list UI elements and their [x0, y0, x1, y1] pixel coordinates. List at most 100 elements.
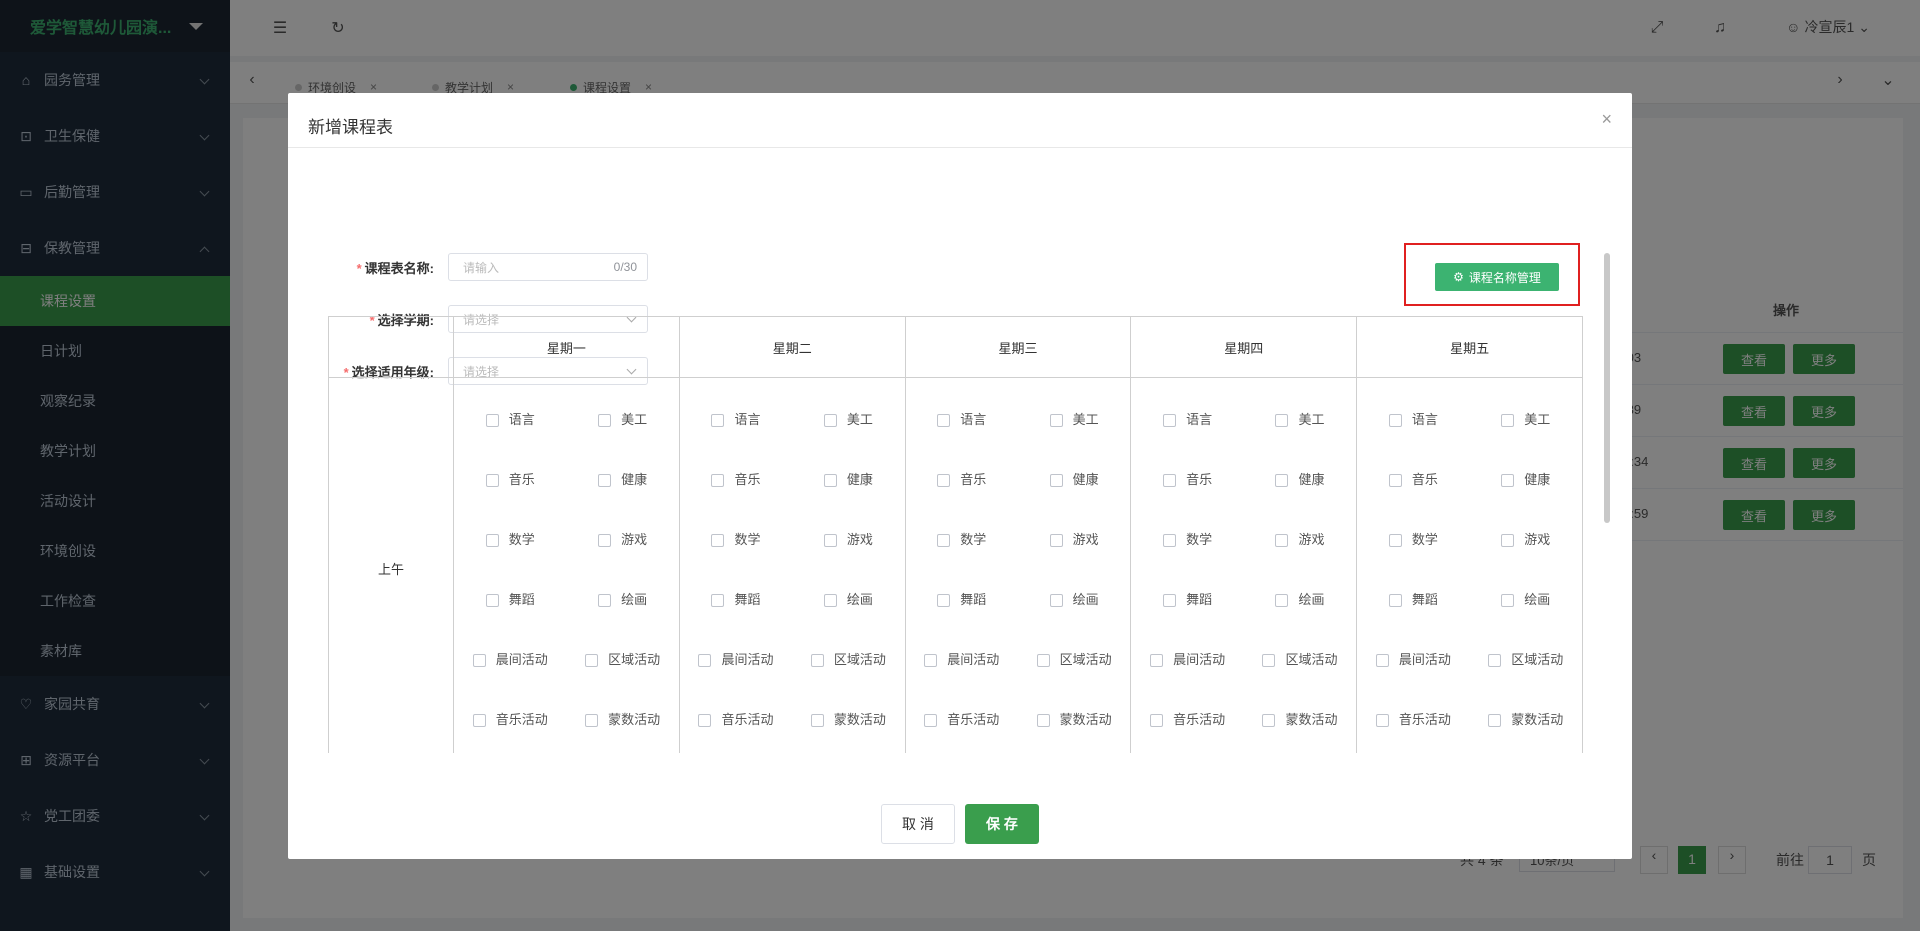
course-option[interactable]: 游戏 [1244, 508, 1356, 568]
dialog-scrollbar[interactable] [1604, 253, 1610, 523]
checkbox[interactable] [937, 414, 951, 427]
checkbox[interactable] [1150, 714, 1164, 727]
course-option[interactable]: 美工 [1470, 388, 1582, 448]
checkbox[interactable] [1388, 474, 1402, 487]
course-option[interactable]: 蒙数活动 [1470, 688, 1582, 748]
checkbox[interactable] [1388, 414, 1402, 427]
course-option[interactable]: 音乐活动 [1131, 688, 1243, 748]
course-option[interactable]: 语言 [1131, 388, 1243, 448]
course-option[interactable]: 区域活动 [566, 628, 678, 688]
save-button[interactable]: 保 存 [965, 804, 1039, 844]
checkbox[interactable] [823, 534, 837, 547]
checkbox[interactable] [1501, 594, 1515, 607]
course-option[interactable]: 区域活动 [1470, 628, 1582, 688]
checkbox[interactable] [598, 594, 612, 607]
checkbox[interactable] [924, 654, 938, 667]
schedule-name-input[interactable]: 请输入 0/30 [448, 253, 648, 281]
course-option[interactable]: 游戏 [1470, 508, 1582, 568]
checkbox[interactable] [585, 714, 599, 727]
checkbox[interactable] [585, 654, 599, 667]
checkbox[interactable] [823, 474, 837, 487]
course-option[interactable]: 音乐活动 [680, 688, 792, 748]
checkbox[interactable] [1388, 534, 1402, 547]
course-option[interactable]: 语言 [1357, 388, 1469, 448]
course-option[interactable]: 区域活动 [792, 628, 904, 688]
course-option[interactable]: 蒙数活动 [792, 688, 904, 748]
course-option[interactable]: 蒙数活动 [1244, 688, 1356, 748]
course-option[interactable]: 舞蹈 [680, 568, 792, 628]
course-option[interactable]: 健康 [792, 448, 904, 508]
course-option[interactable]: 绘画 [792, 568, 904, 628]
course-option[interactable]: 音乐 [1357, 448, 1469, 508]
checkbox[interactable] [1163, 474, 1177, 487]
checkbox[interactable] [1275, 534, 1289, 547]
checkbox[interactable] [485, 414, 499, 427]
checkbox[interactable] [1036, 654, 1050, 667]
course-option[interactable]: 语言 [906, 388, 1018, 448]
checkbox[interactable] [1150, 654, 1164, 667]
checkbox[interactable] [1275, 474, 1289, 487]
course-option[interactable]: 健康 [1244, 448, 1356, 508]
checkbox[interactable] [823, 594, 837, 607]
checkbox[interactable] [1375, 714, 1389, 727]
course-option[interactable]: 蒙数活动 [1018, 688, 1130, 748]
course-option[interactable]: 语言 [454, 388, 566, 448]
course-option[interactable]: 音乐活动 [454, 688, 566, 748]
checkbox[interactable] [810, 714, 824, 727]
checkbox[interactable] [1501, 414, 1515, 427]
checkbox[interactable] [485, 474, 499, 487]
checkbox[interactable] [1501, 474, 1515, 487]
checkbox[interactable] [1049, 474, 1063, 487]
course-option[interactable]: 健康 [566, 448, 678, 508]
course-option[interactable]: 数学 [454, 508, 566, 568]
course-option[interactable]: 音乐活动 [1357, 688, 1469, 748]
course-option[interactable]: 游戏 [792, 508, 904, 568]
checkbox[interactable] [485, 594, 499, 607]
checkbox[interactable] [1049, 414, 1063, 427]
course-option[interactable]: 区域活动 [1244, 628, 1356, 688]
course-option[interactable]: 绘画 [1018, 568, 1130, 628]
course-option[interactable]: 美工 [1244, 388, 1356, 448]
checkbox[interactable] [1036, 714, 1050, 727]
course-option[interactable]: 舞蹈 [1131, 568, 1243, 628]
course-option[interactable]: 美工 [566, 388, 678, 448]
course-option[interactable]: 健康 [1470, 448, 1582, 508]
checkbox[interactable] [711, 474, 725, 487]
checkbox[interactable] [1375, 654, 1389, 667]
course-option[interactable]: 舞蹈 [1357, 568, 1469, 628]
course-option[interactable]: 晨间活动 [680, 628, 792, 688]
checkbox[interactable] [823, 414, 837, 427]
course-option[interactable]: 蒙数活动 [566, 688, 678, 748]
course-option[interactable]: 舞蹈 [906, 568, 1018, 628]
checkbox[interactable] [711, 534, 725, 547]
course-option[interactable]: 晨间活动 [1131, 628, 1243, 688]
checkbox[interactable] [698, 714, 712, 727]
checkbox[interactable] [810, 654, 824, 667]
checkbox[interactable] [1275, 414, 1289, 427]
checkbox[interactable] [472, 654, 486, 667]
course-name-manage-button[interactable]: ⚙ 课程名称管理 [1435, 263, 1559, 291]
course-option[interactable]: 数学 [1357, 508, 1469, 568]
checkbox[interactable] [924, 714, 938, 727]
checkbox[interactable] [1501, 534, 1515, 547]
course-option[interactable]: 音乐活动 [906, 688, 1018, 748]
course-option[interactable]: 数学 [680, 508, 792, 568]
checkbox[interactable] [937, 474, 951, 487]
course-option[interactable]: 舞蹈 [454, 568, 566, 628]
course-option[interactable]: 数学 [1131, 508, 1243, 568]
checkbox[interactable] [698, 654, 712, 667]
checkbox[interactable] [1049, 534, 1063, 547]
checkbox[interactable] [1163, 594, 1177, 607]
checkbox[interactable] [1388, 594, 1402, 607]
course-option[interactable]: 游戏 [566, 508, 678, 568]
course-option[interactable]: 语言 [680, 388, 792, 448]
course-option[interactable]: 绘画 [1470, 568, 1582, 628]
course-option[interactable]: 健康 [1018, 448, 1130, 508]
course-option[interactable]: 音乐 [454, 448, 566, 508]
course-option[interactable]: 音乐 [906, 448, 1018, 508]
checkbox[interactable] [1163, 414, 1177, 427]
checkbox[interactable] [598, 534, 612, 547]
cancel-button[interactable]: 取 消 [881, 804, 955, 844]
checkbox[interactable] [598, 474, 612, 487]
course-option[interactable]: 晨间活动 [454, 628, 566, 688]
